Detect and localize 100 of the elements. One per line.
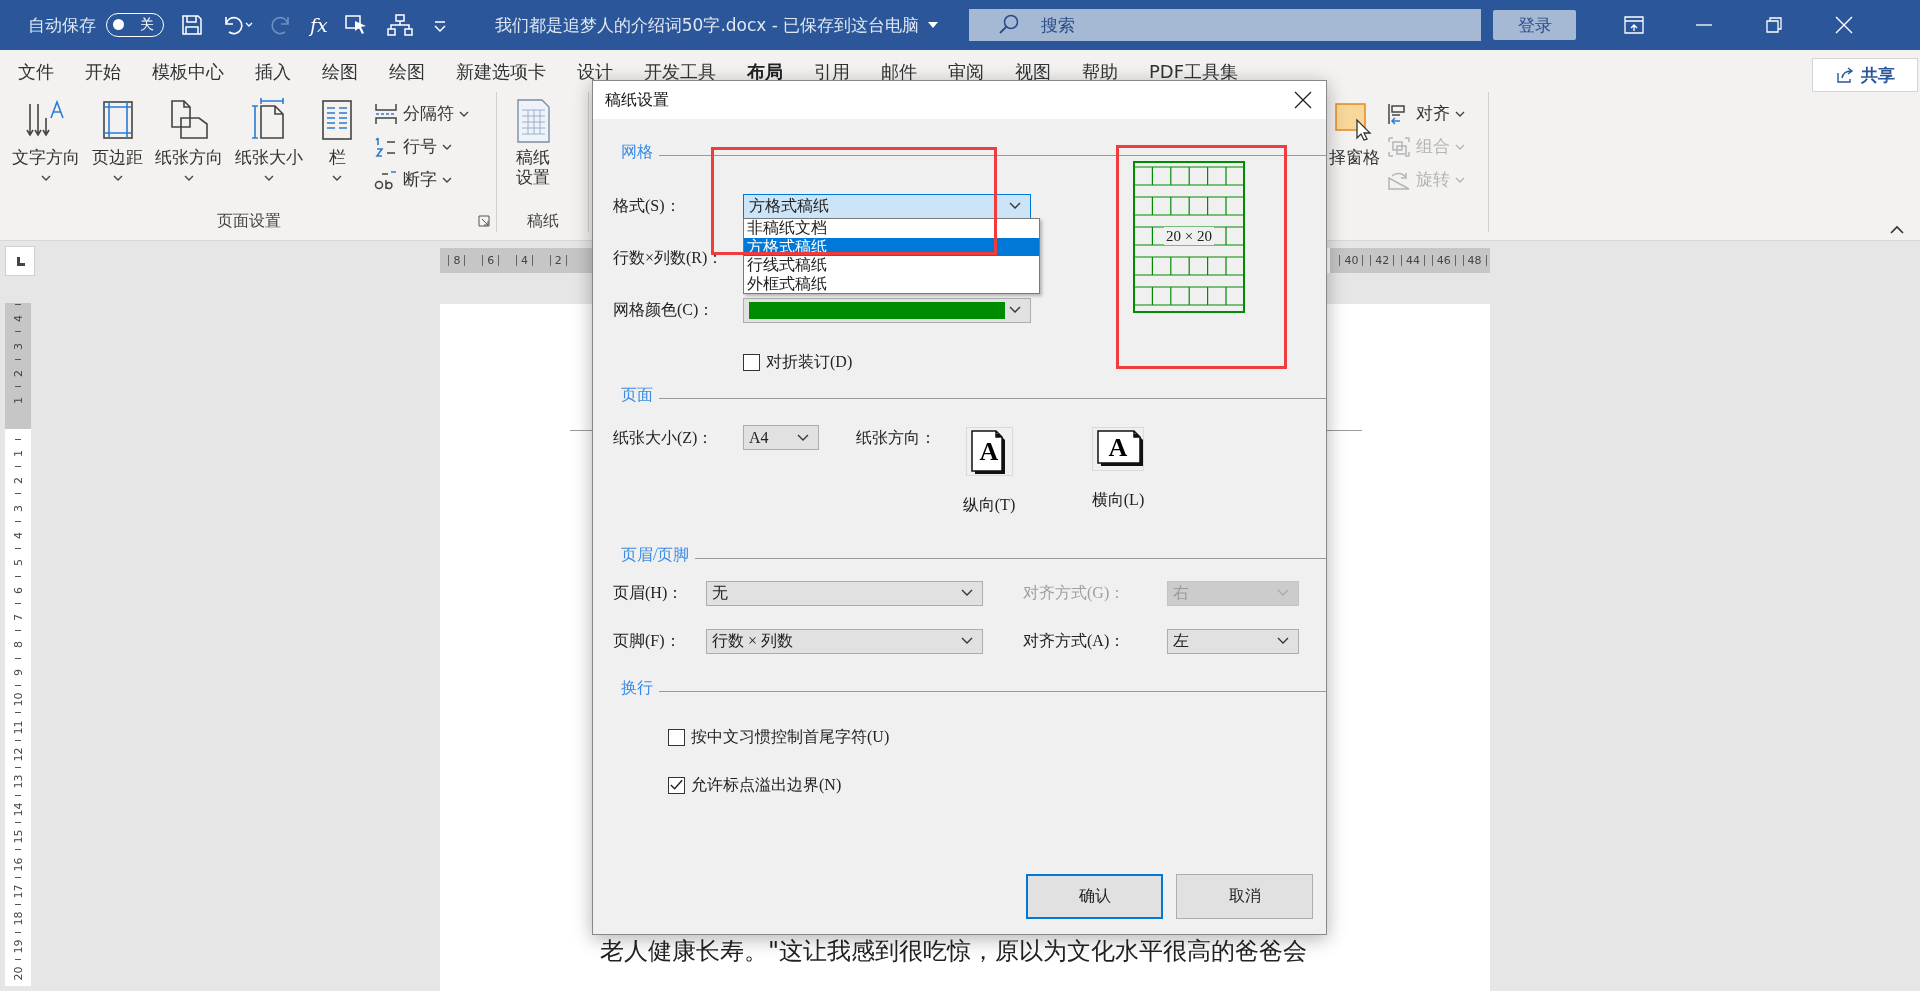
ribbon-tab[interactable]: 开始	[85, 50, 121, 92]
dropdown-field[interactable]: 无	[706, 580, 983, 606]
ruler-number: 48	[1462, 255, 1487, 266]
ribbon-tab[interactable]: 开发工具	[644, 50, 716, 92]
ruler-number: 18	[11, 911, 25, 926]
caret-icon	[111, 173, 124, 183]
dialog-button[interactable]: 确认	[1026, 874, 1163, 919]
dialog-launcher-icon[interactable]	[478, 215, 490, 227]
ribbon-tab[interactable]: 新建选项卡	[456, 50, 546, 92]
ribbon-tab[interactable]: 审阅	[948, 50, 984, 92]
ribbon-tab[interactable]: 帮助	[1082, 50, 1118, 92]
field-label: 行数×列数(R)：	[613, 247, 725, 269]
ribbon-tab[interactable]: 插入	[255, 50, 291, 92]
ruler-number: 14	[11, 802, 25, 817]
ribbon-button[interactable]: 断字	[373, 166, 470, 193]
equation-button[interactable]: fx	[310, 14, 328, 36]
manuscript-settings-button[interactable]: 稿纸设置	[503, 98, 563, 210]
section-heading: 网格	[621, 141, 653, 162]
dropdown-option[interactable]: 非稿纸文档	[744, 219, 1039, 238]
ribbon-button[interactable]: 行号	[373, 133, 470, 160]
ribbon-tab[interactable]: 视图	[1015, 50, 1051, 92]
dropdown-option[interactable]: 外框式稿纸	[744, 274, 1039, 293]
save-icon[interactable]	[180, 13, 204, 37]
ruler-number: 7	[11, 614, 25, 622]
chevron-down-icon	[960, 588, 974, 598]
field-label: 纸张方向：	[856, 428, 937, 448]
ruler-number: 4	[11, 531, 25, 539]
ribbon-tab[interactable]: 邮件	[881, 50, 917, 92]
ruler-number: 40	[1339, 255, 1364, 266]
field-label: 对齐方式(A)：	[1023, 630, 1127, 652]
search-field[interactable]: 搜索	[969, 9, 1482, 41]
share-button[interactable]: 共享	[1812, 58, 1918, 92]
ribbon-button[interactable]: 纸张方向	[151, 98, 227, 210]
ruler-number: 3	[11, 504, 25, 512]
document-text: 老人健康长寿。"这让我感到很吃惊，原以为文化水平很高的爸爸会	[600, 936, 1309, 967]
ribbon-tab[interactable]: 文件	[18, 50, 54, 92]
ruler-number: 2	[549, 255, 567, 266]
chevron-down-icon	[796, 432, 810, 443]
ruler-number: 16	[11, 857, 25, 872]
grid-size-label: 20 × 20	[1164, 227, 1214, 245]
selection-pane-button[interactable]: 择窗格	[1329, 98, 1380, 210]
dropdown-field[interactable]: 行数 × 列数	[706, 628, 983, 654]
chevron-down-icon	[1276, 588, 1290, 598]
ribbon-tab[interactable]: 设计	[577, 50, 613, 92]
section-heading: 页面	[621, 384, 653, 405]
ribbon-button[interactable]: 文字方向	[8, 98, 84, 210]
close-icon[interactable]	[1292, 89, 1314, 111]
field-label: 页眉(H)：	[613, 582, 685, 604]
group-icon	[1386, 134, 1412, 159]
caret-icon[interactable]	[927, 20, 940, 30]
field-label: 网格颜色(C)：	[613, 299, 716, 321]
ribbon-button[interactable]: 页边距	[88, 98, 147, 210]
ruler-number: 4	[515, 255, 533, 266]
grid-color-dropdown[interactable]	[743, 297, 1031, 323]
ribbon-display-icon[interactable]	[1622, 13, 1647, 37]
ribbon-button[interactable]: 分隔符	[373, 100, 470, 127]
share-icon	[1835, 65, 1855, 85]
login-button[interactable]: 登录	[1493, 10, 1577, 40]
ruler-number: 1	[11, 449, 25, 457]
breaks-icon	[373, 101, 399, 126]
landscape-page-icon[interactable]: A	[1092, 427, 1144, 471]
checkbox-label: 允许标点溢出边界(N)	[691, 774, 842, 796]
ribbon-tab[interactable]: 绘图	[322, 50, 358, 92]
ribbon-button[interactable]: 纸张大小	[231, 98, 307, 210]
field-label: 纸张大小(Z)：	[613, 428, 715, 449]
ribbon-tab[interactable]: PDF工具集	[1149, 50, 1239, 92]
dialog-button[interactable]: 取消	[1176, 874, 1313, 919]
ruler-number: 6	[482, 255, 500, 266]
hierarchy-icon[interactable]	[385, 13, 414, 37]
ruler-number: 15	[11, 829, 25, 844]
field-label: 对齐方式(G)：	[1023, 582, 1127, 604]
chevron-down-icon	[1008, 201, 1022, 211]
caret-icon	[183, 173, 195, 183]
ruler-number: 8	[448, 255, 466, 266]
checkbox-label: 按中文习惯控制首尾字符(U)	[691, 726, 890, 748]
caret-icon	[40, 173, 52, 183]
ribbon-tab[interactable]: 模板中心	[152, 50, 224, 92]
ruler-number: 10	[11, 692, 25, 707]
ribbon-tab[interactable]: 引用	[814, 50, 850, 92]
ruler-number: 9	[11, 668, 25, 676]
alignment-dropdown[interactable]: 左	[1167, 628, 1299, 654]
paper-size-dropdown[interactable]: A4	[743, 425, 819, 450]
checkbox[interactable]	[743, 353, 760, 371]
checkbox[interactable]	[668, 728, 685, 746]
section-heading: 换行	[621, 677, 653, 698]
dialog-title: 稿纸设置	[605, 89, 669, 111]
group-label: 页面设置	[217, 210, 281, 232]
format-dropdown[interactable]: 方格式稿纸	[743, 193, 1031, 219]
ribbon-tab[interactable]: 绘图	[389, 50, 425, 92]
portrait-page-icon[interactable]: A	[965, 427, 1013, 476]
ribbon-button[interactable]: 对齐	[1386, 100, 1466, 127]
group-label: 稿纸	[526, 210, 559, 232]
tab-selector-icon[interactable]	[5, 246, 35, 276]
ruler-number: 11	[11, 720, 25, 735]
checkbox[interactable]	[668, 776, 685, 794]
dropdown-option[interactable]: 行线式稿纸	[744, 256, 1039, 275]
ribbon-button[interactable]: 栏	[311, 98, 363, 210]
collapse-ribbon-icon[interactable]	[1888, 224, 1906, 236]
ruler-number: 8	[11, 641, 25, 649]
ruler-number: 44	[1401, 255, 1425, 266]
